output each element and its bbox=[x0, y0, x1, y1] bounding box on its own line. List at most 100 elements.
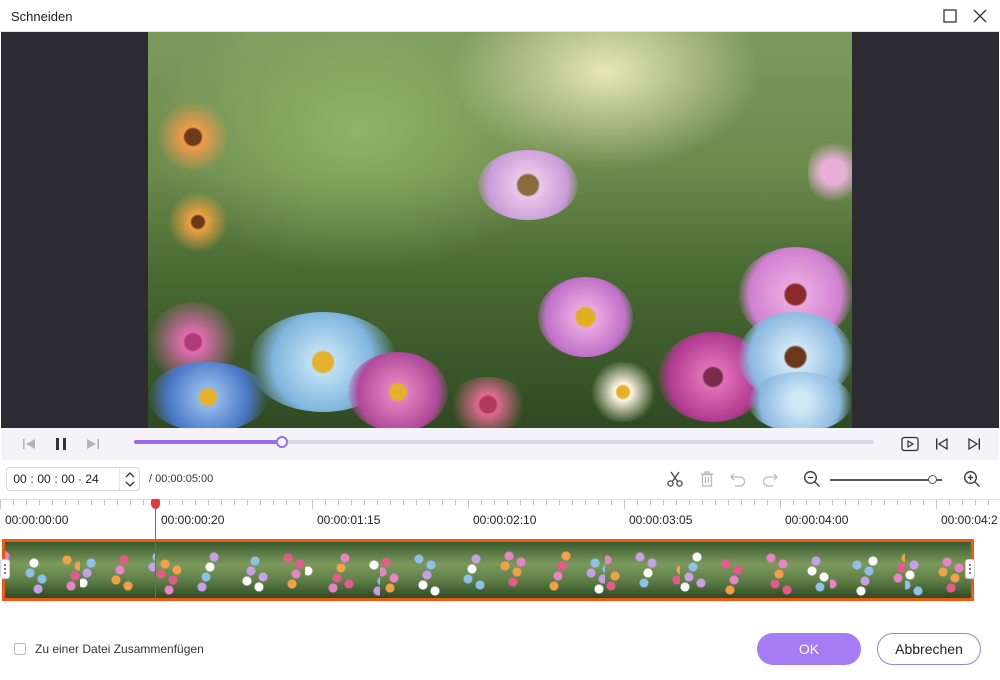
ruler-tick bbox=[767, 500, 768, 505]
ruler-tick bbox=[754, 500, 755, 505]
merge-files-checkbox[interactable]: Zu einer Datei Zusammenfügen bbox=[14, 642, 204, 656]
drag-handle-icon bbox=[4, 564, 6, 574]
title-bar: Schneiden bbox=[0, 0, 1000, 32]
time-stepper[interactable] bbox=[119, 468, 139, 490]
clip-thumbnail bbox=[680, 542, 758, 598]
timeline-ruler[interactable]: 00:00:00:00 00:00:00:20 00:00:01:15 00:0… bbox=[0, 499, 1000, 537]
delete-icon[interactable] bbox=[697, 469, 717, 489]
ruler-tick bbox=[793, 500, 794, 505]
play-segment-icon[interactable] bbox=[900, 434, 920, 454]
ruler-tick bbox=[689, 500, 690, 505]
ruler-tick bbox=[819, 500, 820, 505]
zoom-out-icon[interactable] bbox=[802, 469, 822, 489]
ruler-tick bbox=[299, 500, 300, 505]
ruler-tick bbox=[702, 500, 703, 505]
ruler-tick bbox=[390, 500, 391, 505]
ok-button[interactable]: OK bbox=[757, 633, 861, 665]
clip-thumbnail bbox=[5, 542, 83, 598]
jump-to-end-icon[interactable] bbox=[964, 434, 984, 454]
ruler-tick bbox=[403, 500, 404, 505]
ruler-tick bbox=[351, 500, 352, 505]
ruler-tick bbox=[325, 500, 326, 505]
chevron-up-icon[interactable] bbox=[125, 471, 135, 478]
trim-end-handle[interactable] bbox=[965, 559, 975, 579]
ruler-label: 00:00:00:00 bbox=[5, 513, 69, 527]
maximize-icon[interactable] bbox=[940, 6, 960, 26]
drag-handle-icon bbox=[969, 564, 971, 574]
ruler-label: 00:00:01:15 bbox=[317, 513, 381, 527]
ruler-tick bbox=[520, 500, 521, 505]
ruler-tick bbox=[338, 500, 339, 505]
ruler-tick bbox=[858, 500, 859, 505]
ruler-tick bbox=[572, 500, 573, 505]
chevron-down-icon[interactable] bbox=[125, 481, 135, 487]
ruler-tick bbox=[377, 500, 378, 505]
redo-icon[interactable] bbox=[760, 469, 780, 489]
time-frames[interactable]: 24 bbox=[85, 472, 99, 486]
pause-icon[interactable] bbox=[51, 434, 71, 454]
ruler-tick bbox=[728, 500, 729, 505]
cancel-button[interactable]: Abbrechen bbox=[877, 633, 981, 665]
ruler-tick bbox=[923, 500, 924, 505]
undo-icon[interactable] bbox=[728, 469, 748, 489]
ruler-tick bbox=[481, 500, 482, 505]
ruler-label: 00:00:00:20 bbox=[161, 513, 225, 527]
seek-bar-thumb[interactable] bbox=[276, 436, 288, 448]
ruler-tick bbox=[507, 500, 508, 505]
ruler-tick bbox=[78, 500, 79, 505]
clip-thumbnail bbox=[230, 542, 308, 598]
flower-image bbox=[448, 377, 528, 428]
merge-files-label: Zu einer Datei Zusammenfügen bbox=[35, 642, 204, 656]
flower-image bbox=[478, 150, 578, 220]
ruler-tick bbox=[286, 500, 287, 505]
ruler-label: 00:00:02:10 bbox=[473, 513, 537, 527]
seek-bar[interactable] bbox=[134, 436, 874, 448]
zoom-slider-thumb[interactable] bbox=[928, 475, 938, 484]
ruler-tick bbox=[130, 500, 131, 505]
zoom-in-icon[interactable] bbox=[962, 469, 982, 489]
ruler-tick bbox=[650, 500, 651, 505]
ruler-tick bbox=[806, 500, 807, 505]
ruler-tick bbox=[208, 500, 209, 505]
time-minutes[interactable]: 00 bbox=[37, 472, 51, 486]
playhead-line[interactable] bbox=[155, 500, 156, 600]
previous-frame-icon[interactable] bbox=[19, 434, 39, 454]
close-icon[interactable] bbox=[970, 6, 990, 26]
trim-start-handle[interactable] bbox=[0, 559, 10, 579]
flower-image bbox=[808, 132, 852, 212]
checkbox[interactable] bbox=[14, 643, 26, 655]
ruler-tick bbox=[247, 500, 248, 505]
next-frame-icon[interactable] bbox=[83, 434, 103, 454]
ruler-tick bbox=[65, 500, 66, 505]
ruler-tick bbox=[559, 500, 560, 505]
ruler-tick bbox=[143, 500, 144, 505]
time-separator: · bbox=[78, 472, 82, 486]
video-clip-track[interactable] bbox=[2, 539, 974, 601]
scissors-icon[interactable] bbox=[665, 469, 685, 489]
ruler-tick bbox=[169, 500, 170, 505]
playhead-marker[interactable] bbox=[151, 499, 160, 509]
jump-to-start-icon[interactable] bbox=[932, 434, 952, 454]
ruler-tick bbox=[637, 500, 638, 505]
ruler-tick bbox=[975, 500, 976, 505]
ruler-tick bbox=[962, 500, 963, 505]
ruler-tick bbox=[273, 500, 274, 505]
ruler-tick bbox=[611, 500, 612, 505]
ruler-tick bbox=[988, 500, 989, 505]
clip-thumbnail bbox=[305, 542, 383, 598]
zoom-slider[interactable] bbox=[830, 475, 942, 484]
ruler-tick bbox=[884, 500, 885, 505]
clip-thumbnail bbox=[830, 542, 908, 598]
time-separator: : bbox=[54, 472, 58, 486]
ruler-tick bbox=[13, 500, 14, 505]
ruler-tick bbox=[533, 500, 534, 505]
clip-thumbnail bbox=[755, 542, 833, 598]
time-seconds[interactable]: 00 bbox=[61, 472, 75, 486]
ruler-tick bbox=[468, 500, 469, 509]
time-hours[interactable]: 00 bbox=[13, 472, 27, 486]
ruler-tick bbox=[845, 500, 846, 505]
ruler-tick bbox=[364, 500, 365, 505]
ruler-tick bbox=[585, 500, 586, 505]
clip-thumbnail bbox=[380, 542, 458, 598]
current-time-input[interactable]: 00 : 00 : 00 · 24 bbox=[6, 467, 140, 491]
